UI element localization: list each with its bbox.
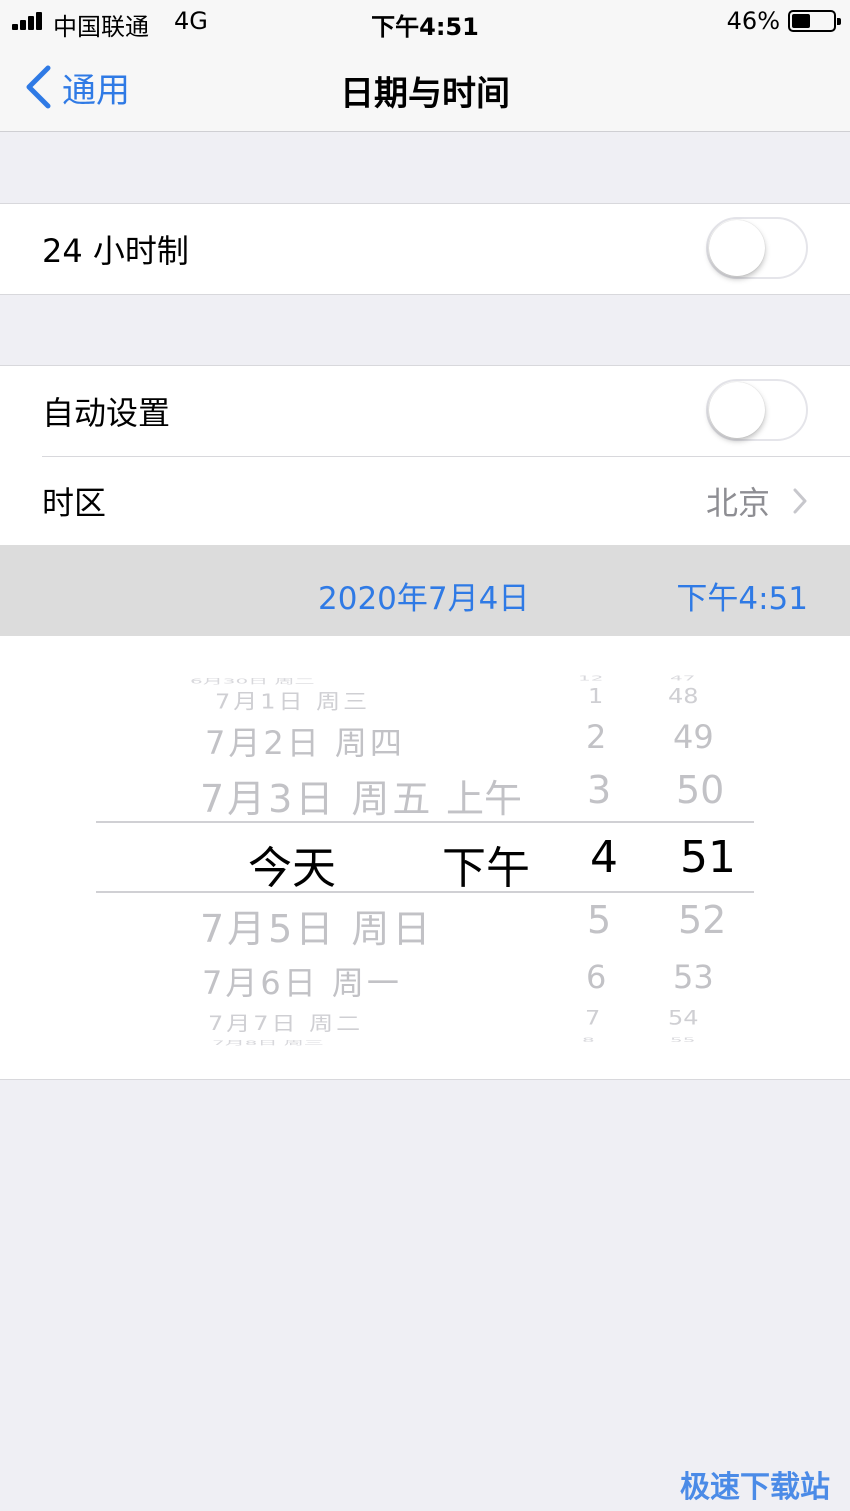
picker-date-item[interactable]: 7月8日 周三 (212, 1038, 324, 1047)
watermark: 极速下载站 (680, 1470, 830, 1505)
top-bar: 中国联通 4G 下午4:51 46% 通用 日期与时间 (0, 0, 850, 132)
battery-percentage: 46% (726, 7, 780, 35)
date-time-summary[interactable]: 2020年7月4日 下午4:51 (0, 545, 850, 636)
picker-date-item[interactable]: 7月7日 周二 (208, 1008, 363, 1036)
picker-selection-bottom-line (96, 891, 754, 893)
picker-date-item[interactable]: 7月6日 周一 (202, 958, 402, 1004)
status-bar: 中国联通 4G 下午4:51 46% (0, 0, 850, 44)
picker-minute-item[interactable]: 55 (670, 1036, 695, 1043)
picker-date-item[interactable]: 7月3日 周五 (200, 768, 433, 823)
picker-hour-item[interactable]: 8 (582, 1036, 595, 1043)
picker-minute-item[interactable]: 47 (670, 674, 695, 682)
timezone-label: 时区 (42, 484, 107, 522)
chevron-right-icon (793, 488, 807, 514)
timezone-value: 北京 (705, 484, 770, 522)
picker-hour-item[interactable]: 7 (585, 1007, 600, 1029)
picker-hour-item[interactable]: 1 (588, 684, 603, 708)
battery-fill (792, 14, 811, 28)
picker-minute-item[interactable]: 54 (668, 1007, 699, 1029)
auto-set-group: 自动设置 时区 北京 (0, 365, 850, 547)
page-title: 日期与时间 (340, 74, 510, 114)
selected-date: 2020年7月4日 (318, 581, 530, 617)
toggle-knob (709, 220, 765, 276)
selected-time: 下午4:51 (676, 581, 808, 617)
hour24-toggle[interactable] (706, 217, 808, 279)
picker-minute-item[interactable]: 53 (673, 958, 714, 996)
auto-set-row: 自动设置 (0, 366, 850, 456)
picker-hour-item[interactable]: 5 (587, 898, 611, 942)
hour24-group: 24 小时制 (0, 203, 850, 295)
battery-tip (837, 18, 841, 25)
picker-hour-item[interactable]: 2 (586, 718, 606, 756)
status-clock: 下午4:51 (371, 13, 479, 41)
picker-hour-selected[interactable]: 4 (590, 832, 618, 883)
picker-hour-item[interactable]: 6 (586, 958, 606, 996)
timezone-row[interactable]: 时区 北京 (0, 456, 850, 546)
hour24-label: 24 小时制 (42, 232, 189, 270)
picker-date-item[interactable]: 7月2日 周四 (205, 718, 405, 764)
picker-hour-item[interactable]: 12 (578, 674, 603, 682)
picker-minute-item[interactable]: 49 (673, 718, 714, 756)
picker-hour-item[interactable]: 3 (587, 768, 611, 812)
battery-icon (788, 10, 841, 32)
toggle-knob (709, 382, 765, 438)
picker-selection-top-line (96, 821, 754, 823)
auto-set-toggle[interactable] (706, 379, 808, 441)
picker-minute-item[interactable]: 48 (668, 684, 699, 708)
picker-ampm-selected[interactable]: 下午 (442, 832, 530, 896)
picker-minute-selected[interactable]: 51 (680, 832, 736, 883)
hour24-row: 24 小时制 (0, 204, 850, 294)
picker-date-today[interactable]: 今天 (248, 832, 336, 896)
auto-set-label: 自动设置 (42, 394, 171, 432)
picker-ampm-item[interactable]: 上午 (446, 768, 522, 823)
picker-date-item[interactable]: 7月1日 周三 (215, 685, 370, 715)
picker-minute-item[interactable]: 50 (676, 768, 724, 812)
date-time-picker[interactable]: 6月30日 周二 7月1日 周三 7月2日 周四 7月3日 周五 今天 7月5日… (0, 636, 850, 1080)
picker-date-item[interactable]: 7月5日 周日 (200, 898, 433, 953)
picker-minute-item[interactable]: 52 (678, 898, 726, 942)
